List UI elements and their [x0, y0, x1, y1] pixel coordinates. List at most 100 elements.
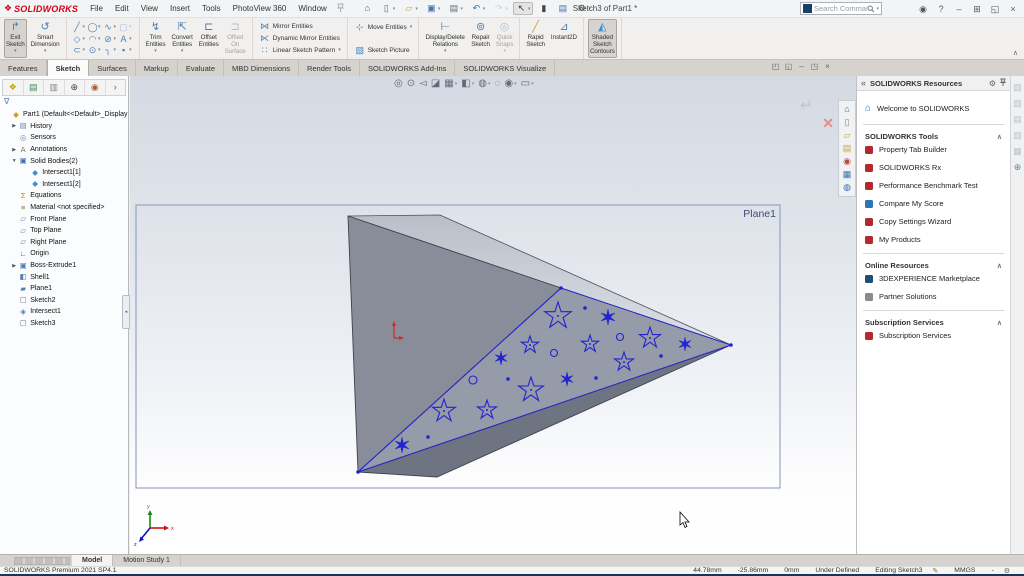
window-prev-icon[interactable]: ◰ [769, 62, 782, 71]
sketch-star-center[interactable] [589, 343, 591, 345]
collapse-pane-icon[interactable]: « [861, 78, 866, 88]
menu-window[interactable]: Window [292, 4, 332, 13]
menu-tools[interactable]: Tools [196, 4, 227, 13]
link-performance-benchmark-test[interactable]: Performance Benchmark Test [865, 181, 1002, 190]
trim-entities-button[interactable]: ↯ Trim Entities▾ [144, 19, 168, 58]
link-copy-settings-wizard[interactable]: Copy Settings Wizard [865, 217, 1002, 226]
sketch-point[interactable] [356, 470, 360, 474]
sketch-entity-tool[interactable]: ▢▾ [118, 22, 132, 32]
tab-sketch[interactable]: Sketch [47, 60, 90, 76]
move-entities-button[interactable]: ⊹ Move Entities▾ [352, 21, 415, 33]
sketch-point[interactable] [583, 306, 587, 310]
forum-icon[interactable]: ◍ [843, 181, 851, 194]
mirror-entities-button[interactable]: ⋈ Mirror Entities [257, 21, 343, 33]
link-compare-my-score[interactable]: Compare My Score [865, 199, 1002, 208]
pane-pin-icon[interactable] [1000, 78, 1006, 88]
confirm-exit-sketch-icon[interactable]: ↵ [800, 97, 813, 114]
tree-item-annotations[interactable]: ▶AAnnotations [0, 144, 128, 156]
minimize-icon[interactable]: – [950, 4, 968, 14]
undo-button[interactable]: ↶▾ [468, 2, 489, 15]
previous-view-button[interactable]: ◅ [419, 78, 427, 90]
apply-scene-button[interactable]: ◉▾ [504, 78, 516, 90]
tree-item-front-plane[interactable]: ▱Front Plane [0, 213, 128, 225]
pane-icon-3[interactable]: ▤ [1013, 112, 1022, 128]
repair-sketch-button[interactable]: ⊚ Repair Sketch [469, 19, 492, 58]
tab-markup[interactable]: Markup [136, 60, 178, 76]
custom-properties-icon[interactable]: ▦ [843, 168, 852, 181]
status-units-caret[interactable]: - [991, 567, 993, 574]
layout-icon[interactable]: ⊞ [968, 4, 986, 15]
sketch-entity-tool[interactable]: ╮▾ [103, 45, 117, 55]
tab-surfaces[interactable]: Surfaces [89, 60, 136, 76]
link-property-tab-builder[interactable]: Property Tab Builder [865, 145, 1002, 154]
tab-solidworks-add-ins[interactable]: SOLIDWORKS Add-Ins [360, 60, 455, 76]
tree-item-history[interactable]: ▶▤History [0, 121, 128, 133]
wedge-solid[interactable] [348, 215, 731, 477]
collapse-ribbon-icon[interactable]: ∧ [1013, 49, 1018, 57]
recycle-bin-icon[interactable]: ▯ [845, 116, 850, 129]
link-my-products[interactable]: My Products [865, 235, 1002, 244]
tree-item-right-plane[interactable]: ▱Right Plane [0, 237, 128, 249]
tree-item-sketch2[interactable]: ▢Sketch2 [0, 295, 128, 307]
sketch-star-center[interactable] [529, 344, 531, 346]
pane-icon-5[interactable]: ▦ [1013, 144, 1022, 160]
view-palette-icon[interactable]: ▤ [843, 142, 852, 155]
link-3dexperience-marketplace[interactable]: 3DEXPERIENCE Marketplace [865, 274, 1002, 283]
menu-edit[interactable]: Edit [109, 4, 135, 13]
sketch-point[interactable] [594, 376, 598, 380]
tree-item-top-plane[interactable]: ▱Top Plane [0, 225, 128, 237]
tree-item-sketch3[interactable]: ▢Sketch3 [0, 318, 128, 330]
display-style-button[interactable]: ◧▾ [461, 78, 474, 90]
doc-restore-icon[interactable]: ◳ [808, 62, 821, 71]
window-next-icon[interactable]: ◱ [782, 62, 795, 71]
rapid-sketch-button[interactable]: ╱ Rapid Sketch [524, 19, 547, 58]
link-subscription-services[interactable]: Subscription Services [865, 331, 1002, 340]
sketch-entity-tool[interactable]: ∿▾ [103, 22, 117, 32]
menu-file[interactable]: File [84, 4, 109, 13]
study-nav-buttons[interactable] [14, 557, 70, 565]
sketch-star-center[interactable] [443, 410, 445, 412]
file-explorer-icon[interactable]: ▱ [844, 129, 851, 142]
appearances-icon[interactable]: ◉ [843, 155, 851, 168]
sketch-star-center[interactable] [557, 315, 559, 317]
pin-menu-icon[interactable] [337, 3, 344, 14]
tree-item-intersect1-2-[interactable]: ◆Intersect1[2] [0, 179, 128, 191]
instant2d-button[interactable]: ⊿ Instant2D [549, 19, 579, 58]
sketch-point[interactable] [729, 343, 733, 347]
sketch-entity-tool[interactable]: ▪▾ [118, 45, 132, 55]
linear-sketch-pattern-button[interactable]: ∷ Linear Sketch Pattern▾ [257, 44, 343, 56]
featuremanager-tab[interactable]: ❖ [3, 80, 24, 95]
sketch-point[interactable] [426, 435, 430, 439]
link-partner-solutions[interactable]: Partner Solutions [865, 292, 1002, 301]
print-button[interactable]: ▤▾ [445, 2, 466, 15]
tab-evaluate[interactable]: Evaluate [178, 60, 224, 76]
search-caret-icon[interactable]: ▾ [876, 6, 879, 12]
exit-sketch-button[interactable]: ↱ Exit Sketch▾ [4, 19, 27, 58]
expand-pane-arrow[interactable]: › [106, 80, 126, 95]
displaymanager-tab[interactable]: ◉ [85, 80, 106, 95]
sketch-entity-tool[interactable]: ◠▾ [87, 34, 101, 44]
pane-icon-4[interactable]: ▥ [1013, 128, 1022, 144]
tree-item-boss-extrude1[interactable]: ▶▣Boss-Extrude1 [0, 260, 128, 272]
tree-item-intersect1[interactable]: ◈Intersect1 [0, 306, 128, 318]
view-settings-button[interactable]: ▭▾ [521, 78, 534, 90]
sketch-point[interactable] [506, 377, 510, 381]
doc-minimize-icon[interactable]: – [795, 62, 808, 71]
graphics-viewport[interactable]: Plane1 [130, 76, 856, 554]
doc-close-icon[interactable]: × [821, 62, 834, 71]
close-icon[interactable]: × [1004, 4, 1022, 14]
menu-photoview-360[interactable]: PhotoView 360 [227, 4, 293, 13]
propertymanager-tab[interactable]: ▤ [24, 80, 45, 95]
dynamic-mirror-entities-button[interactable]: ⋉ Dynamic Mirror Entities [257, 33, 343, 45]
section-solidworks-tools[interactable]: SOLIDWORKS Tools∧ [865, 132, 1002, 141]
section-view-button[interactable]: ◪ [431, 78, 440, 90]
save-button[interactable]: ▣▾ [423, 2, 444, 15]
home-tab-icon[interactable]: ⌂ [844, 103, 849, 116]
search-commands-box[interactable]: Search Commands ▾ [800, 2, 882, 15]
pane-icon-1[interactable]: ▧ [1013, 80, 1022, 96]
tree-item-shell1[interactable]: ◧Shell1 [0, 271, 128, 283]
sketch-entity-tool[interactable]: ⊙▾ [87, 45, 101, 55]
view-orientation-button[interactable]: ▦▾ [444, 78, 457, 90]
new-document-button[interactable]: ▯▾ [378, 2, 399, 15]
home-button[interactable]: ⌂ [359, 2, 376, 15]
